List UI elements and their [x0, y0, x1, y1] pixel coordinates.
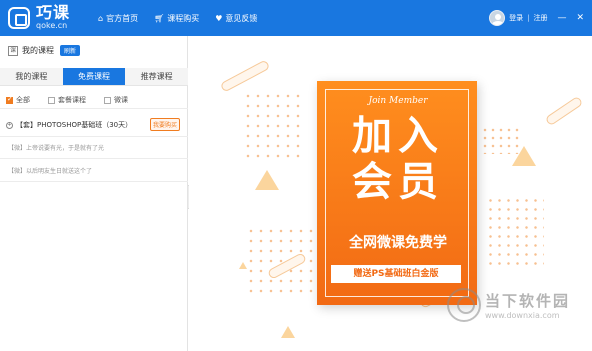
filter-all-checkbox[interactable] [6, 95, 13, 104]
filter-micro-checkbox[interactable] [104, 96, 111, 104]
course-book-icon: 课 [8, 45, 18, 56]
divider [0, 158, 188, 159]
app-logo[interactable]: 巧课 qoke.cn [8, 5, 70, 30]
decor-triangle [239, 262, 247, 269]
watermark: 当下软件园 www.downxia.com [447, 288, 570, 322]
decor-triangle [512, 146, 536, 166]
expand-icon[interactable]: + [6, 121, 13, 129]
course-filters: 全部 套餐课程 微课 [6, 95, 146, 105]
decor-triangle [255, 170, 279, 190]
main-content: Join Member 加入 会员 全网微课免费学 赠送PS基础班白金版 当下软… [189, 36, 592, 351]
filter-package[interactable]: 套餐课程 [48, 95, 86, 105]
tab-recommended-courses[interactable]: 推荐课程 [125, 68, 188, 85]
decor-dots [241, 91, 301, 161]
register-link[interactable]: 注册 [533, 13, 547, 23]
poster-join-text: Join Member [368, 96, 428, 106]
divider [0, 181, 188, 182]
top-bar: 巧课 qoke.cn ⌂ 官方首页 🛒︎ 课程购买 ♥ 意见反馈 登录 | 注册… [0, 0, 592, 36]
close-button[interactable]: ✕ [576, 13, 584, 23]
filter-all[interactable]: 全部 [6, 95, 30, 105]
membership-poster[interactable]: Join Member 加入 会员 全网微课免费学 赠送PS基础班白金版 [317, 81, 477, 305]
nav-home[interactable]: ⌂ 官方首页 [98, 13, 138, 24]
poster-slogan: 全网微课免费学 [349, 235, 447, 251]
watermark-logo-icon [447, 288, 481, 322]
decor-rod [544, 95, 584, 127]
refresh-button[interactable]: 刷新 [60, 45, 81, 56]
filter-micro[interactable]: 微课 [104, 95, 128, 105]
tab-my-courses[interactable]: 我的课程 [0, 68, 63, 85]
cart-icon: 🛒︎ [154, 13, 165, 23]
decor-triangle [281, 326, 295, 338]
home-icon: ⌂ [98, 13, 104, 23]
nav-feedback[interactable]: ♥ 意见反馈 [215, 13, 257, 24]
logo-domain: qoke.cn [36, 21, 68, 30]
filter-micro-label: 微课 [114, 96, 128, 104]
top-nav: ⌂ 官方首页 🛒︎ 课程购买 ♥ 意见反馈 [98, 0, 273, 36]
nav-feedback-label: 意见反馈 [225, 13, 258, 23]
divider [0, 108, 188, 109]
divider [0, 136, 188, 137]
minimize-button[interactable]: — [557, 13, 566, 23]
user-area: 登录 | 注册 — ✕ [489, 0, 592, 36]
buy-course-button[interactable]: 我要购买 [150, 118, 181, 131]
watermark-title: 当下软件园 [485, 292, 571, 310]
nav-home-label: 官方首页 [106, 13, 139, 23]
poster-heading-line1: 加入 [352, 113, 444, 159]
filter-package-label: 套餐课程 [58, 96, 86, 104]
avatar[interactable] [489, 10, 506, 26]
decor-dots [484, 196, 544, 266]
course-item[interactable]: + 【套】PHOTOSHOP基础班（30天） [6, 120, 132, 130]
poster-heading-line2: 会员 [352, 159, 444, 205]
nav-buy-course[interactable]: 🛒︎ 课程购买 [154, 13, 199, 24]
my-course-title: 我的课程 [22, 46, 54, 55]
logo-mark-icon [8, 6, 30, 29]
user-separator: | [527, 14, 530, 22]
logo-title: 巧课 [36, 3, 71, 22]
tab-free-courses[interactable]: 免费课程 [62, 68, 126, 85]
course-tabs: 我的课程 免费课程 推荐课程 [0, 68, 188, 86]
sidebar: 课 我的课程 刷新 我的课程 免费课程 推荐课程 全部 套餐课程 微课 + 【套… [0, 36, 188, 351]
login-link[interactable]: 登录 [509, 13, 523, 23]
feedback-icon: ♥ [215, 13, 223, 23]
watermark-url: www.downxia.com [485, 311, 560, 320]
nav-buy-course-label: 课程购买 [167, 13, 200, 23]
list-item[interactable]: 【微】以后明友生日就送这个了 [8, 166, 92, 175]
my-course-header: 课 我的课程 刷新 [8, 45, 81, 56]
course-item-title: 【套】PHOTOSHOP基础班（30天） [16, 121, 133, 129]
poster-gift-banner: 赠送PS基础班白金版 [331, 265, 461, 283]
filter-all-label: 全部 [16, 96, 30, 104]
decor-rod [219, 59, 271, 93]
window-controls: — ✕ [557, 13, 592, 23]
list-item[interactable]: 【微】上帝说要有光，于是就有了光 [8, 143, 104, 152]
filter-package-checkbox[interactable] [48, 96, 55, 104]
